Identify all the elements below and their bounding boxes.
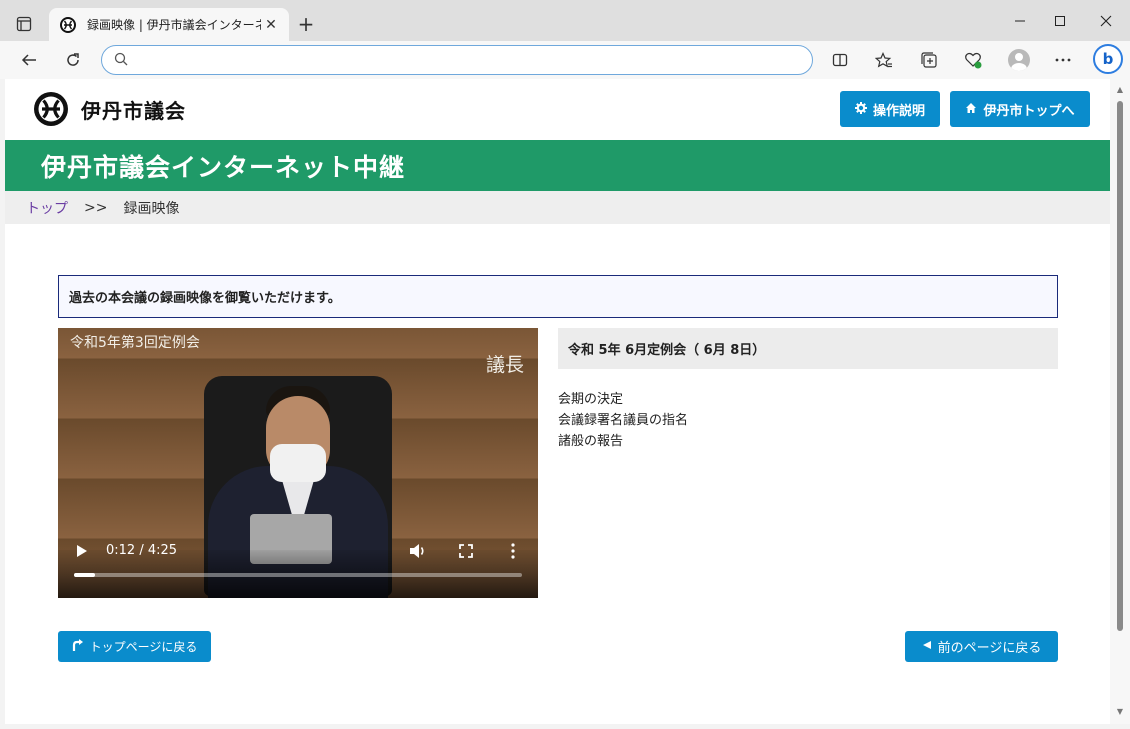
maximize-icon[interactable] [1045,6,1075,36]
tab-close-icon[interactable]: ✕ [261,15,281,35]
minimize-icon[interactable] [1005,6,1035,36]
more-options-icon[interactable] [1049,46,1077,74]
session-title: 令和 5年 6月定例会（ 6月 8日） [558,328,1058,369]
breadcrumb-current: 録画映像 [123,200,180,217]
gear-icon [854,101,867,117]
browser-essentials-icon[interactable] [959,46,987,74]
search-icon [114,51,128,70]
notice-text: 過去の本会議の録画映像を御覧いただけます。 [69,291,341,306]
scroll-down-arrow-icon[interactable]: ▼ [1115,707,1125,717]
profile-avatar[interactable] [1008,49,1030,71]
breadcrumb-separator: >> [84,199,108,216]
tab-title: 録画映像 | 伊丹市議会インターネット中継 [87,18,261,32]
site-favicon-icon [59,16,77,34]
agenda-item: 会議録署名議員の指名 [558,413,689,428]
browser-tab[interactable]: 録画映像 | 伊丹市議会インターネット中継 ✕ [49,8,289,41]
page-scrollbar[interactable]: ▲ ▼ [1110,79,1130,724]
video-time: 0:12 / 4:25 [106,543,178,558]
help-button-label: 操作説明 [872,103,925,119]
itami-top-button[interactable]: 伊丹市トップへ [950,91,1090,127]
return-arrow-icon [72,638,84,655]
page-banner: 伊丹市議会インターネット中継 [5,140,1110,191]
new-tab-button[interactable]: + [294,12,318,36]
scroll-thumb[interactable] [1117,101,1123,631]
home-icon [965,102,977,117]
site-logo[interactable]: 伊丹市議会 [33,91,186,127]
video-player[interactable]: 令和5年第3回定例会 議長 0:12 / 4:25 [58,328,538,598]
help-button[interactable]: 操作説明 [840,91,940,127]
bing-copilot-icon[interactable]: b [1093,44,1123,74]
tab-actions-icon[interactable] [10,10,38,38]
play-icon[interactable] [74,543,90,559]
favorites-star-icon[interactable] [870,46,898,74]
address-bar[interactable] [101,45,813,75]
video-controls: 0:12 / 4:25 [58,533,538,598]
browser-tab-bar: 録画映像 | 伊丹市議会インターネット中継 ✕ + [0,0,1130,41]
fullscreen-icon[interactable] [456,541,476,561]
site-header: 伊丹市議会 操作説明 伊丹市トップへ [5,79,1110,140]
banner-title: 伊丹市議会インターネット中継 [41,152,406,182]
agenda-item: 会期の決定 [558,392,624,407]
address-input[interactable] [138,52,812,68]
refresh-icon[interactable] [59,46,87,74]
video-more-icon[interactable] [505,541,521,561]
video-speaker-mask [270,444,326,482]
window-close-icon[interactable] [1091,6,1121,36]
breadcrumb-home-link[interactable]: トップ [26,198,68,218]
scroll-up-arrow-icon[interactable]: ▲ [1115,85,1125,95]
video-progress-track[interactable] [74,573,522,577]
video-overlay-title: 令和5年第3回定例会 [70,335,200,351]
agenda-item: 諸般の報告 [558,434,624,449]
browser-toolbar: b [0,41,1130,79]
split-screen-icon[interactable] [826,46,854,74]
back-to-top-label: トップページに戻る [89,640,198,654]
page-viewport: 伊丹市議会 操作説明 伊丹市トップへ 伊丹市議会インターネット中継 トップ >>… [5,79,1110,724]
collections-icon[interactable] [915,46,943,74]
itami-top-button-label: 伊丹市トップへ [983,103,1075,119]
previous-page-label: 前のページに戻る [937,641,1042,656]
video-overlay-speaker: 議長 [485,354,524,376]
back-arrow-icon[interactable] [15,46,43,74]
volume-icon[interactable] [408,541,428,561]
site-logo-text: 伊丹市議会 [81,98,186,123]
agenda-list: 会期の決定会議録署名議員の指名 諸般の報告 [558,389,688,452]
notice-box: 過去の本会議の録画映像を御覧いただけます。 [58,275,1058,318]
back-to-top-button[interactable]: トップページに戻る [58,631,211,662]
video-progress-fill [74,573,96,577]
breadcrumb: トップ >> 録画映像 [5,191,1110,224]
left-triangle-icon [922,639,932,654]
previous-page-button[interactable]: 前のページに戻る [905,631,1058,662]
itami-emblem-icon [33,91,69,127]
